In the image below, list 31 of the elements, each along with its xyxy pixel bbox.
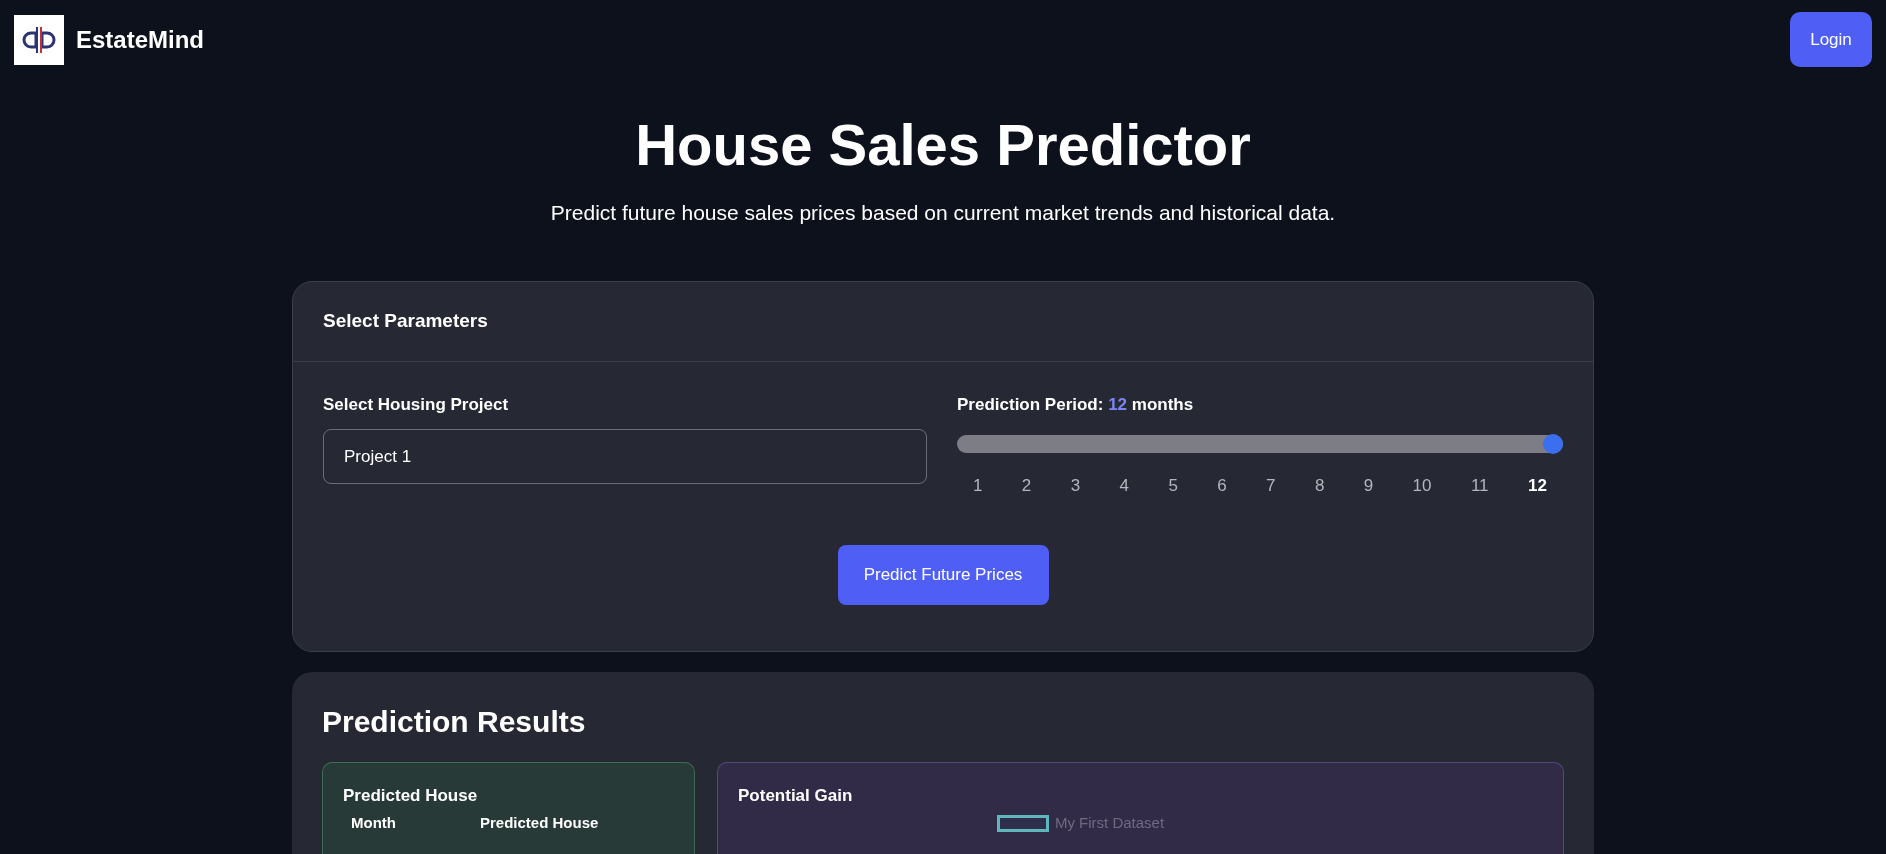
- field-label: Select Housing Project: [323, 393, 510, 416]
- logo-icon: [14, 14, 64, 65]
- period-tick[interactable]: 12: [1527, 473, 1547, 499]
- period-tick[interactable]: 5: [1168, 473, 1178, 499]
- login-button[interactable]: Login: [1790, 12, 1872, 67]
- predict-button[interactable]: Predict Future Prices: [837, 544, 1049, 605]
- period-tick[interactable]: 9: [1363, 473, 1374, 499]
- period-tick[interactable]: 1: [973, 473, 983, 499]
- period-tick[interactable]: 3: [1070, 473, 1081, 499]
- period-tick[interactable]: 4: [1119, 473, 1129, 499]
- period-tick[interactable]: 10: [1412, 473, 1432, 499]
- column-header: Predicted House: [480, 813, 599, 833]
- legend-swatch: [996, 814, 1049, 832]
- column-header: Month: [351, 813, 396, 833]
- section-title: Prediction Results: [322, 703, 587, 740]
- card-title: Predicted House: [343, 784, 479, 807]
- period-tick[interactable]: 11: [1470, 473, 1489, 499]
- period-tick[interactable]: 2: [1021, 473, 1032, 499]
- period-tick[interactable]: 6: [1217, 473, 1227, 499]
- period-tick[interactable]: 7: [1266, 473, 1276, 499]
- page-subtitle: Predict future house sales prices based on current market trends and historical data.: [550, 200, 1336, 226]
- card-title: Potential Gain: [738, 784, 854, 807]
- slider[interactable]: [957, 433, 1563, 455]
- brand-name: EstateMind: [76, 24, 204, 55]
- card-title: Select Parameters: [323, 308, 488, 333]
- project-select[interactable]: Project 1: [323, 429, 927, 484]
- legend-label: My First Dataset: [1054, 813, 1165, 833]
- slider-thumb[interactable]: [1543, 434, 1563, 454]
- page-title: House Sales Predictor: [635, 111, 1251, 179]
- period-label: Prediction Period: 12 months: [957, 393, 1195, 416]
- period-tick[interactable]: 8: [1314, 473, 1325, 499]
